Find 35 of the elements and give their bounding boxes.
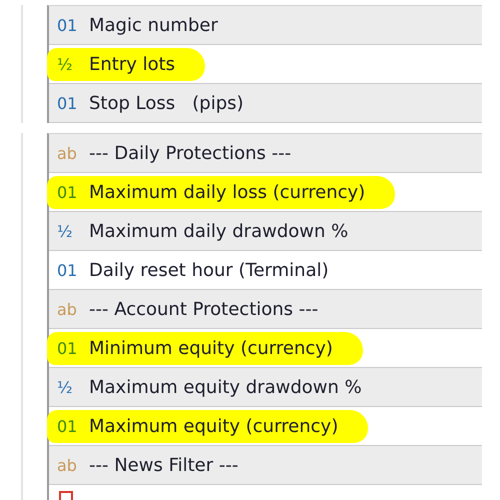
parameter-name: Minimum equity (currency) (89, 338, 333, 358)
parameter-row[interactable]: ab --- News Filter --- (49, 446, 482, 485)
type-icon: ½ (57, 222, 79, 240)
parameter-name: Stop Loss (pips) (89, 92, 244, 114)
parameter-name: --- Account Protections --- (89, 298, 318, 320)
parameter-row[interactable]: ab --- Daily Protections --- (49, 134, 482, 173)
parameter-name: Maximum daily drawdown % (89, 220, 348, 242)
parameter-row[interactable]: ½ Maximum daily drawdown % (49, 212, 482, 251)
type-icon: 01 (57, 94, 79, 112)
type-icon: 01 (57, 416, 79, 436)
parameter-row[interactable]: ½ Maximum equity drawdown % (49, 368, 482, 407)
type-icon: ab (57, 456, 79, 474)
parameter-name: Maximum equity drawdown % (89, 376, 362, 398)
parameter-row[interactable]: 01 Stop Loss (pips) (49, 84, 482, 123)
parameter-name: Maximum daily loss (currency) (89, 182, 366, 202)
type-icon: ab (57, 144, 79, 162)
parameter-name: --- News Filter --- (89, 454, 238, 476)
parameter-row[interactable]: 01 Maximum daily loss (currency) (49, 173, 482, 212)
parameter-name: Maximum equity (currency) (89, 416, 338, 436)
parameter-name: Magic number (89, 14, 218, 36)
parameter-name: Daily reset hour (Terminal) (89, 260, 329, 280)
type-icon: 01 (57, 260, 79, 280)
parameter-name: --- Daily Protections --- (89, 142, 292, 164)
type-icon: ab (57, 300, 79, 318)
parameter-row[interactable]: 01 Maximum equity (currency) (49, 407, 482, 446)
type-icon: 01 (57, 338, 79, 358)
parameter-name: Entry lots (89, 54, 176, 74)
parameter-row[interactable]: ½ Entry lots (49, 45, 482, 84)
type-icon: ½ (57, 54, 79, 74)
parameter-row[interactable]: 01 Magic number (49, 6, 482, 45)
type-icon: 01 (57, 16, 79, 34)
type-icon: 01 (57, 182, 79, 202)
parameter-row[interactable]: 01 Minimum equity (currency) (49, 329, 482, 368)
type-icon: ½ (57, 378, 79, 396)
parameter-row[interactable]: ab --- Account Protections --- (49, 290, 482, 329)
